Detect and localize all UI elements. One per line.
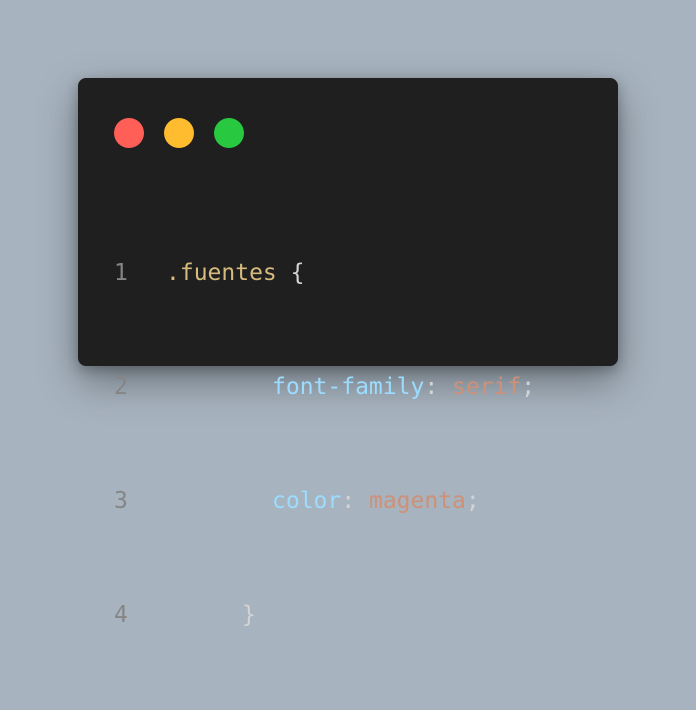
css-value: magenta [368,488,466,514]
code-window: 1 .fuentes { 2 font-family: serif; 3 col… [78,78,618,628]
line-number: 2 [114,374,128,400]
css-value: serif [452,374,522,400]
code-line: 3 color: magenta; [114,482,598,520]
semicolon: ; [465,488,480,514]
line-content: color: magenta; [166,482,480,520]
maximize-dot[interactable] [214,118,244,148]
code-line: 4 } [114,596,598,634]
line-content: font-family: serif; [166,368,535,406]
code-block: 1 .fuentes { 2 font-family: serif; 3 col… [114,178,598,710]
code-line: 2 font-family: serif; [114,368,598,406]
css-property: font-family [272,374,425,400]
line-content: .fuentes { [166,254,305,292]
close-dot[interactable] [114,118,144,148]
colon: : [341,488,356,514]
semicolon: ; [521,374,536,400]
css-property: color [272,488,342,514]
css-selector: .fuentes [166,260,277,286]
colon: : [424,374,439,400]
close-brace: } [242,602,256,628]
line-number: 3 [114,488,128,514]
line-content: } [166,596,256,634]
line-number: 1 [114,260,128,286]
line-number: 4 [114,602,128,628]
code-line: 1 .fuentes { [114,254,598,292]
minimize-dot[interactable] [164,118,194,148]
open-brace: { [290,260,305,286]
window-controls [114,118,244,148]
